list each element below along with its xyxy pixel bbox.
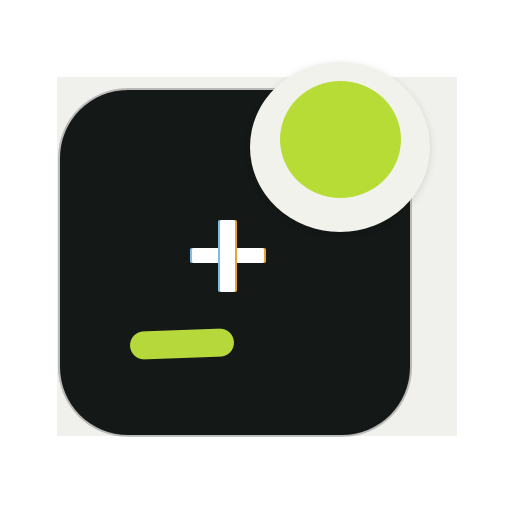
minus-icon [129, 328, 235, 360]
plus-icon [192, 220, 264, 292]
status-dot-icon [280, 81, 401, 198]
plus-vertical-bar [220, 220, 235, 292]
app-icon-canvas [0, 0, 512, 512]
